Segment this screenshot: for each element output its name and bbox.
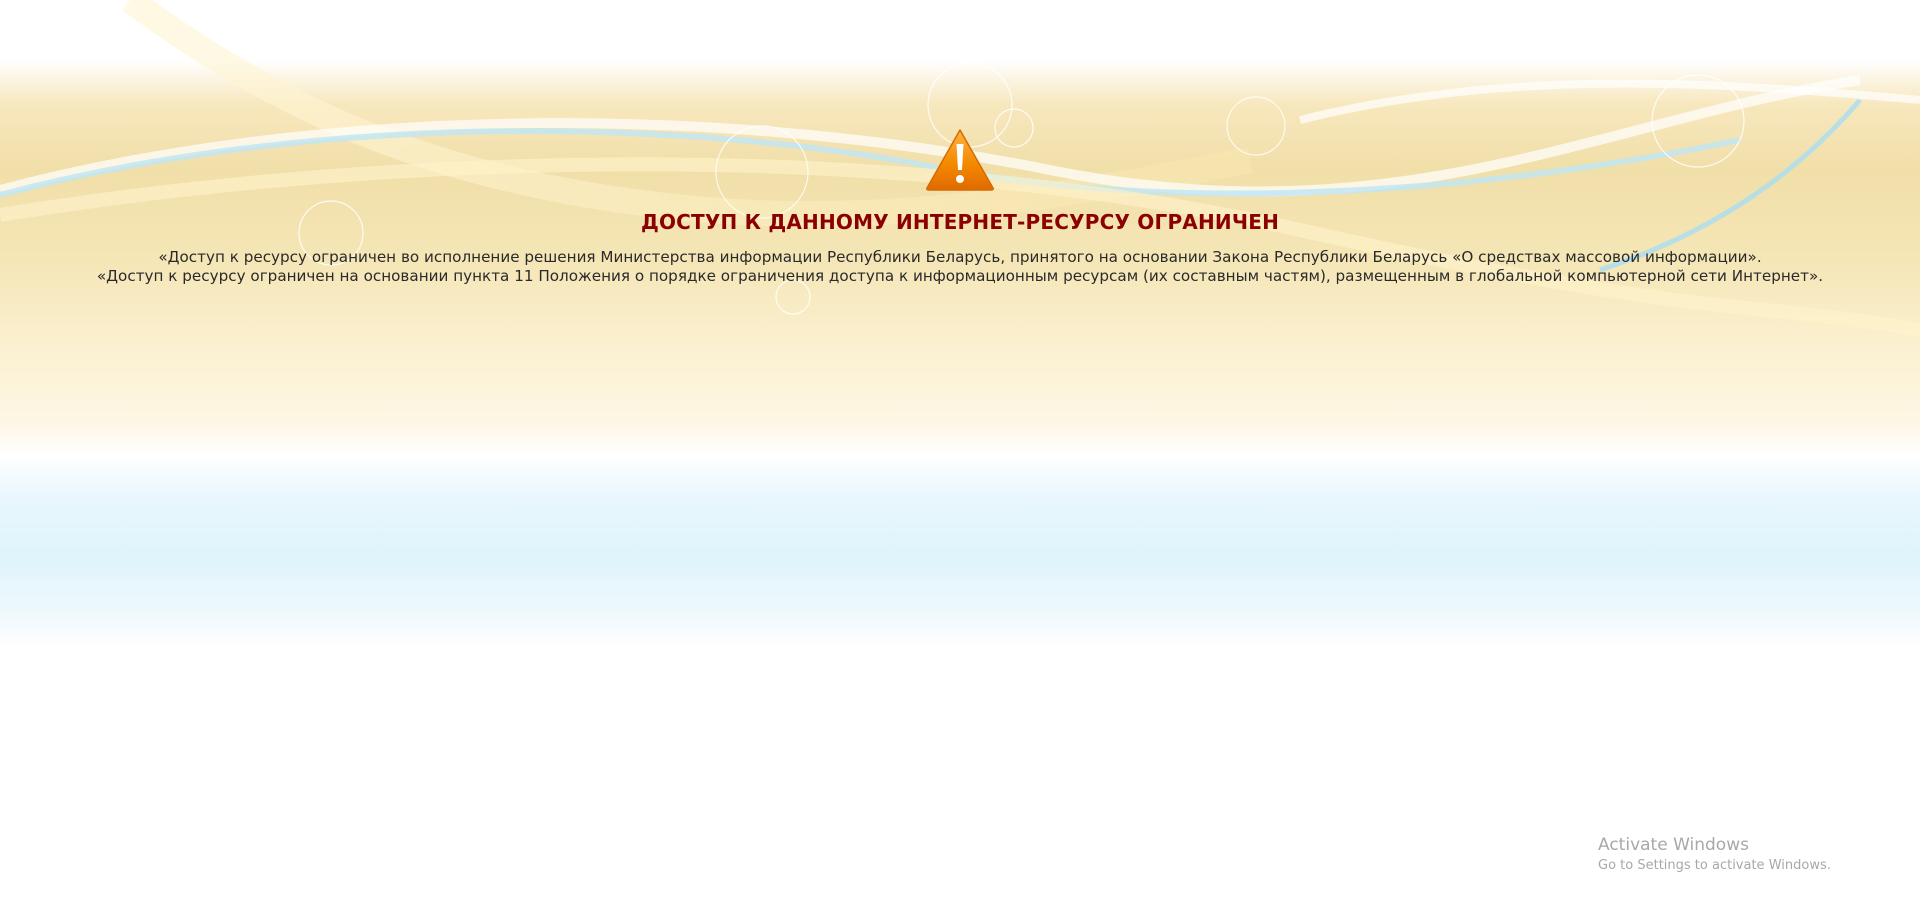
- page-title: ДОСТУП К ДАННОМУ ИНТЕРНЕТ-РЕСУРСУ ОГРАНИ…: [640, 210, 1280, 234]
- swoosh-white-right: [1299, 79, 1920, 124]
- watermark-title: Activate Windows: [1598, 835, 1749, 855]
- windows-activation-watermark: Activate Windows Go to Settings to activ…: [1598, 834, 1831, 876]
- restriction-notice: ДОСТУП К ДАННОМУ ИНТЕРНЕТ-РЕСУРСУ ОГРАНИ…: [0, 128, 1920, 286]
- restriction-reasons: «Доступ к ресурсу ограничен во исполнени…: [0, 248, 1920, 286]
- reason-line: «Доступ к ресурсу ограничен на основании…: [96, 267, 1824, 285]
- watermark-subtitle: Go to Settings to activate Windows.: [1598, 858, 1831, 873]
- reason-line: «Доступ к ресурсу ограничен во исполнени…: [158, 248, 1762, 266]
- warning-triangle-icon: [926, 129, 994, 191]
